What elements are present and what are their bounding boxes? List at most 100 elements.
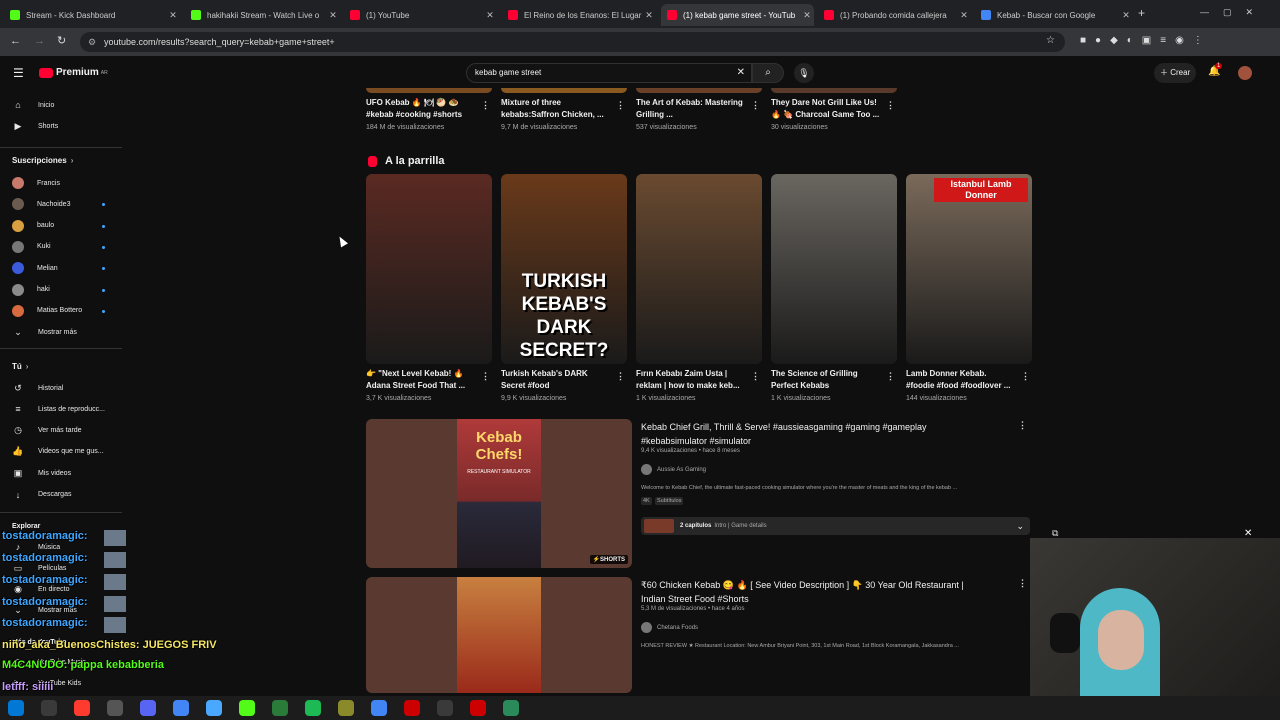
taskbar-app-icon[interactable] xyxy=(41,700,57,716)
taskbar-app-icon[interactable] xyxy=(305,700,321,716)
close-tab-icon[interactable]: ✕ xyxy=(642,10,656,21)
more-options-icon[interactable]: ⋮ xyxy=(886,100,895,111)
video-title[interactable]: Mixture of three kebabs:Saffron Chicken,… xyxy=(501,97,611,121)
subscription-item[interactable]: haki xyxy=(12,280,50,300)
more-options-icon[interactable]: ⋮ xyxy=(481,100,490,111)
chapters-bar[interactable]: 2 capítulos Intro | Game details ⌄ xyxy=(641,517,1030,535)
result-title[interactable]: ₹60 Chicken Kebab 😋 🔥 [ See Video Descri… xyxy=(641,578,976,606)
taskbar-app-icon[interactable] xyxy=(140,700,156,716)
voice-search-button[interactable]: 🎙 xyxy=(794,63,814,83)
chevron-down-icon[interactable]: ⌄ xyxy=(1016,521,1024,532)
short-title[interactable]: Fırın Kebabı Zaim Usta | reklam | how to… xyxy=(636,368,746,392)
result-title[interactable]: Kebab Chief Grill, Thrill & Serve! #auss… xyxy=(641,420,976,448)
taskbar-app-icon[interactable] xyxy=(503,700,519,716)
subscription-item[interactable]: Matias Bottero xyxy=(12,301,82,321)
more-options-icon[interactable]: ⋮ xyxy=(481,371,490,382)
more-options-icon[interactable]: ⋮ xyxy=(616,371,625,382)
new-tab-button[interactable]: + xyxy=(1138,6,1145,20)
taskbar-app-icon[interactable] xyxy=(437,700,453,716)
account-avatar[interactable] xyxy=(1238,66,1252,80)
create-button[interactable]: ＋ Crear xyxy=(1154,63,1197,83)
more-options-icon[interactable]: ⋮ xyxy=(1021,371,1030,382)
back-icon[interactable]: ← xyxy=(10,35,21,47)
video-title[interactable]: They Dare Not Grill Like Us! 🔥 🍖 Charcoa… xyxy=(771,97,881,121)
close-tab-icon[interactable]: ✕ xyxy=(326,10,340,21)
search-button[interactable]: ⌕ xyxy=(752,63,784,83)
forward-icon[interactable]: → xyxy=(34,35,45,47)
short-thumbnail[interactable] xyxy=(771,174,897,364)
sidebar-item[interactable]: ◷ Ver más tarde xyxy=(12,421,82,441)
subscription-item[interactable]: Nachoide3 xyxy=(12,194,70,214)
close-tab-icon[interactable]: ✕ xyxy=(957,10,971,21)
menu-icon[interactable]: ☰ xyxy=(13,66,24,80)
browser-tab[interactable]: El Reino de los Enanos: El Lugar ✕ xyxy=(502,4,656,26)
browser-tab[interactable]: Stream - Kick Dashboard ✕ xyxy=(4,4,180,26)
short-thumbnail[interactable] xyxy=(366,174,492,364)
close-tab-icon[interactable]: ✕ xyxy=(483,10,497,21)
subscription-item[interactable]: Francis xyxy=(12,173,60,193)
subscription-item[interactable]: baulo xyxy=(12,216,54,236)
taskbar-app-icon[interactable] xyxy=(107,700,123,716)
video-thumbnail[interactable] xyxy=(366,577,632,693)
taskbar-app-icon[interactable] xyxy=(206,700,222,716)
sidebar-item[interactable]: ↓ Descargas xyxy=(12,485,72,505)
more-options-icon[interactable]: ⋮ xyxy=(1018,420,1027,431)
search-input[interactable]: kebab game street ✕ xyxy=(466,63,752,83)
extensions-icons[interactable]: ■●◆◐▣≡◉⋮ xyxy=(1080,35,1212,46)
more-options-icon[interactable]: ⋮ xyxy=(751,371,760,382)
pip-icon[interactable]: ⧉ xyxy=(1052,528,1058,539)
video-thumbnail[interactable] xyxy=(636,88,762,93)
sidebar-item[interactable]: ▶ Shorts xyxy=(12,116,59,136)
site-info-icon[interactable]: ⚙ xyxy=(88,32,96,52)
more-options-icon[interactable]: ⋮ xyxy=(886,371,895,382)
window-controls[interactable]: —▢✕ xyxy=(1200,7,1267,18)
short-title[interactable]: The Science of Grilling Perfect Kebabs xyxy=(771,368,881,392)
sidebar-item[interactable]: ≡ Listas de reproducc... xyxy=(12,399,105,419)
sidebar-item[interactable]: 👍 Videos que me gus... xyxy=(12,442,103,462)
browser-tab[interactable]: (1) YouTube ✕ xyxy=(344,4,497,26)
video-title[interactable]: The Art of Kebab: Mastering Grilling ... xyxy=(636,97,746,121)
sidebar-item[interactable]: ⌄ Mostrar más xyxy=(12,322,77,342)
sidebar-item[interactable]: ▣ Mis videos xyxy=(12,463,71,483)
sidebar-item[interactable]: ⌂ Inicio xyxy=(12,95,54,115)
browser-tab[interactable]: (1) kebab game street - YouTub ✕ xyxy=(661,4,814,26)
short-title[interactable]: Lamb Donner Kebab. #foodie #food #foodlo… xyxy=(906,368,1016,392)
close-tab-icon[interactable]: ✕ xyxy=(166,10,180,21)
bookmark-star-icon[interactable]: ☆ xyxy=(1046,35,1055,46)
video-thumbnail[interactable] xyxy=(366,88,492,93)
close-tab-icon[interactable]: ✕ xyxy=(800,10,814,21)
more-options-icon[interactable]: ⋮ xyxy=(751,100,760,111)
taskbar-app-icon[interactable] xyxy=(8,700,24,716)
short-title[interactable]: Turkish Kebab's DARK Secret #food xyxy=(501,368,611,392)
more-options-icon[interactable]: ⋮ xyxy=(616,100,625,111)
browser-tab[interactable]: (1) Probando comida callejera ✕ xyxy=(818,4,971,26)
channel-link[interactable]: Aussie As Gaming xyxy=(641,464,706,475)
short-thumbnail[interactable] xyxy=(636,174,762,364)
more-options-icon[interactable]: ⋮ xyxy=(1018,578,1027,589)
video-thumbnail[interactable] xyxy=(501,88,627,93)
short-thumbnail[interactable]: TURKISH KEBAB'S DARK SECRET? xyxy=(501,174,627,364)
video-title[interactable]: UFO Kebab 🔥 🍽 🥙 🧆 #kebab #cooking #short… xyxy=(366,97,476,121)
youtube-logo[interactable]: Premium AR xyxy=(39,67,108,78)
taskbar-app-icon[interactable] xyxy=(470,700,486,716)
address-bar[interactable]: ⚙ youtube.com/results?search_query=kebab+… xyxy=(80,32,1065,52)
taskbar-app-icon[interactable] xyxy=(404,700,420,716)
webcam-close-icon[interactable]: ✕ xyxy=(1244,528,1252,539)
channel-link[interactable]: Chetana Foods xyxy=(641,622,698,633)
subscription-item[interactable]: Kuki xyxy=(12,237,51,257)
video-thumbnail[interactable] xyxy=(771,88,897,93)
browser-tab[interactable]: Kebab - Buscar con Google ✕ xyxy=(975,4,1133,26)
sidebar-item[interactable]: ↺ Historial xyxy=(12,378,63,398)
short-title[interactable]: 👉 "Next Level Kebab! 🔥 Adana Street Food… xyxy=(366,368,476,392)
clear-search-icon[interactable]: ✕ xyxy=(737,64,745,82)
taskbar-app-icon[interactable] xyxy=(371,700,387,716)
subscriptions-heading[interactable]: Suscripciones › xyxy=(12,156,73,165)
close-tab-icon[interactable]: ✕ xyxy=(1119,10,1133,21)
you-heading[interactable]: Tú › xyxy=(12,362,28,371)
taskbar-app-icon[interactable] xyxy=(338,700,354,716)
short-thumbnail[interactable]: Istanbul Lamb Donner xyxy=(906,174,1032,364)
browser-tab[interactable]: hakihakii Stream - Watch Live o ✕ xyxy=(185,4,340,26)
taskbar-app-icon[interactable] xyxy=(173,700,189,716)
taskbar-app-icon[interactable] xyxy=(272,700,288,716)
taskbar-app-icon[interactable] xyxy=(239,700,255,716)
